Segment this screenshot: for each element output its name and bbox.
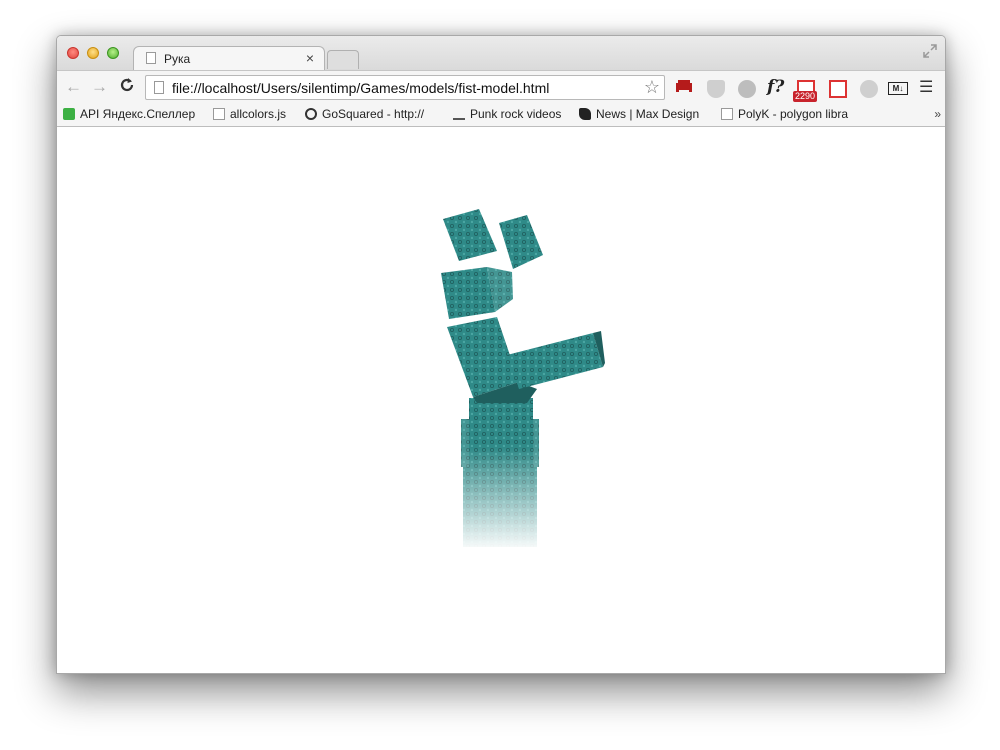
bookmarks-overflow-button[interactable]: »: [934, 107, 941, 121]
close-window-button[interactable]: [67, 47, 79, 59]
bookmark-item[interactable]: News | Max Design: [579, 107, 711, 121]
back-button[interactable]: ←: [65, 77, 82, 97]
bookmark-item[interactable]: API Яндекс.Спеллер: [63, 107, 203, 121]
bookmark-label: PolyK - polygon libra: [738, 107, 849, 121]
page-icon: [146, 52, 156, 64]
bookmarks-bar: API Яндекс.Спеллер allcolors.js GoSquare…: [57, 104, 945, 127]
menu-icon[interactable]: ☰: [919, 77, 937, 96]
video-icon: [453, 108, 465, 120]
bookmark-item[interactable]: PolyK - polygon libra: [721, 107, 853, 121]
shield-icon[interactable]: [707, 80, 725, 98]
forward-button[interactable]: →: [91, 77, 108, 97]
page-icon: [154, 81, 164, 94]
tab-active[interactable]: Рука ×: [133, 46, 325, 71]
markdown-icon[interactable]: M↓: [888, 82, 908, 95]
tab-title: Рука: [164, 52, 191, 66]
bookmark-label: GoSquared - http://: [322, 107, 425, 121]
title-bar: Рука ×: [57, 36, 945, 71]
bookmark-label: API Яндекс.Спеллер: [80, 107, 196, 121]
address-bar[interactable]: file://localhost/Users/silentimp/Games/m…: [145, 75, 665, 100]
page-icon: [213, 108, 225, 120]
browser-window: Рука × ← → file://localhost/Users/silent…: [56, 35, 946, 674]
bookmark-item[interactable]: GoSquared - http://: [305, 107, 440, 121]
max-design-icon: [579, 108, 591, 120]
page-content: [57, 127, 945, 673]
gmail-icon[interactable]: [829, 80, 847, 98]
minimize-window-button[interactable]: [87, 47, 99, 59]
unread-count-badge: 2290: [793, 91, 818, 102]
toolbar: ← → file://localhost/Users/silentimp/Gam…: [57, 70, 945, 105]
bookmark-item[interactable]: Punk rock videos: [453, 107, 573, 121]
fist-model-canvas[interactable]: [57, 127, 945, 673]
font-finder-icon[interactable]: f?: [767, 77, 784, 97]
page-icon: [721, 108, 733, 120]
thumb-block: [507, 331, 605, 389]
new-tab-button[interactable]: [327, 50, 359, 69]
hand-icon[interactable]: [738, 80, 756, 98]
bookmark-star-icon[interactable]: ☆: [644, 77, 660, 98]
zoom-window-button[interactable]: [107, 47, 119, 59]
sofa-icon[interactable]: [675, 78, 693, 96]
finger-blocks: [441, 209, 543, 319]
gosquared-icon: [305, 108, 317, 120]
bookmark-label: News | Max Design: [596, 107, 700, 121]
url-text[interactable]: file://localhost/Users/silentimp/Games/m…: [172, 80, 549, 96]
chat-bubble-icon[interactable]: [860, 80, 878, 98]
reload-button[interactable]: [119, 77, 135, 98]
tab-close-button[interactable]: ×: [306, 50, 314, 66]
green-speller-icon: [63, 108, 75, 120]
bookmark-label: Punk rock videos: [470, 107, 562, 121]
fullscreen-icon[interactable]: [923, 44, 937, 58]
bookmark-label: allcolors.js: [230, 107, 287, 121]
forearm-block: [457, 398, 547, 552]
